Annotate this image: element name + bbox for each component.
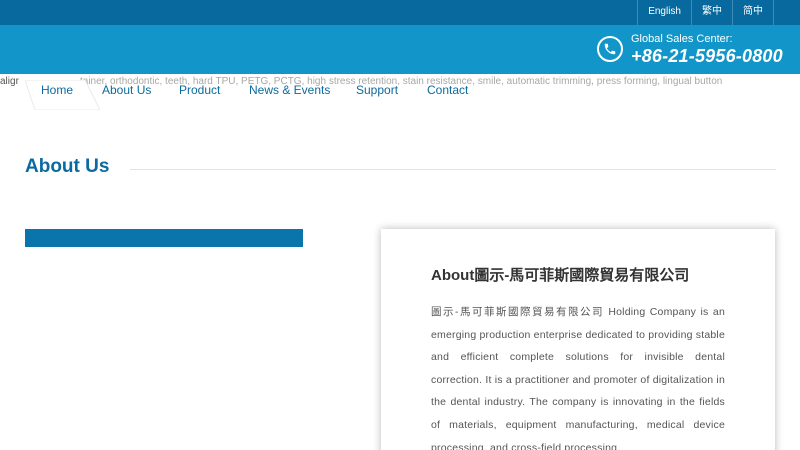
lang-english-link[interactable]: English bbox=[637, 0, 691, 25]
nav-news-events[interactable]: News & Events bbox=[249, 80, 356, 100]
sales-phone-number[interactable]: +86-21-5956-0800 bbox=[631, 46, 783, 67]
phone-icon bbox=[597, 36, 623, 62]
lang-simplified-chinese-link[interactable]: 简中 bbox=[732, 0, 774, 25]
keyword-prefix: aligr bbox=[0, 76, 19, 87]
page-title: About Us bbox=[25, 156, 110, 177]
about-card-body: 圖示-馬可菲斯國際貿易有限公司 Holding Company is an em… bbox=[431, 306, 725, 450]
sales-center-label: Global Sales Center: bbox=[631, 33, 733, 45]
nav-support[interactable]: Support bbox=[356, 80, 427, 100]
language-list: English 繁中 简中 bbox=[637, 0, 774, 25]
nav-about-us[interactable]: About Us bbox=[102, 80, 179, 100]
title-divider bbox=[130, 169, 776, 170]
language-bar: English 繁中 简中 bbox=[0, 0, 800, 25]
nav-product[interactable]: Product bbox=[179, 80, 249, 100]
about-card: About圖示-馬可菲斯國際貿易有限公司 圖示-馬可菲斯國際貿易有限公司 Hol… bbox=[381, 229, 775, 450]
site-header: Global Sales Center: +86-21-5956-0800 bbox=[0, 25, 800, 74]
lang-traditional-chinese-link[interactable]: 繁中 bbox=[691, 0, 732, 25]
nav-contact[interactable]: Contact bbox=[427, 80, 477, 100]
main-nav: Home About Us Product News & Events Supp… bbox=[25, 80, 477, 110]
nav-home[interactable]: Home bbox=[41, 80, 102, 100]
accent-bar bbox=[25, 229, 303, 247]
about-card-title: About圖示-馬可菲斯國際貿易有限公司 bbox=[431, 267, 690, 284]
phone-glyph bbox=[604, 43, 616, 55]
